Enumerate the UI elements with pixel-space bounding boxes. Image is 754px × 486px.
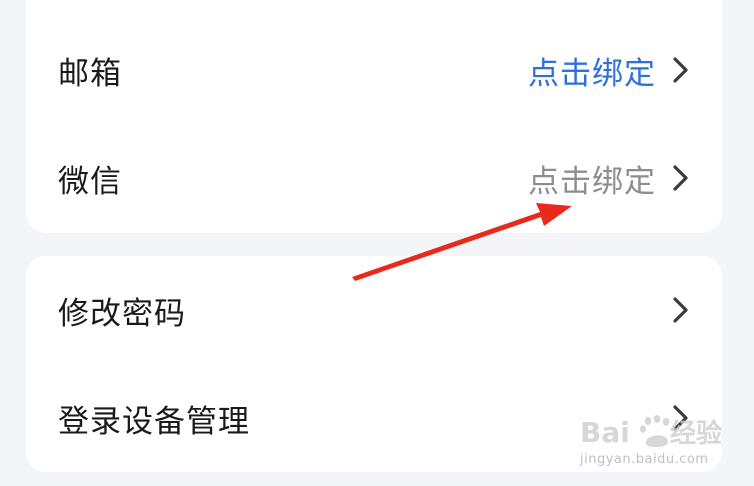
chevron-right-icon [670,55,692,85]
wechat-row[interactable]: 微信 点击绑定 [26,124,722,232]
email-bind-value[interactable]: 点击绑定 [528,48,656,93]
account-binding-card: 邮箱 点击绑定 微信 点击绑定 [26,0,722,233]
security-card: 修改密码 登录设备管理 [26,256,722,472]
wechat-label: 微信 [58,163,122,200]
login-devices-row[interactable]: 登录设备管理 [26,364,722,472]
wechat-bind-value[interactable]: 点击绑定 [528,156,656,201]
chevron-right-icon [670,403,692,433]
change-password-row[interactable]: 修改密码 [26,256,722,364]
email-row[interactable]: 邮箱 点击绑定 [26,16,722,124]
chevron-right-icon [670,295,692,325]
change-password-label: 修改密码 [58,295,186,332]
login-devices-label: 登录设备管理 [58,403,250,440]
email-label: 邮箱 [58,55,122,92]
chevron-right-icon [670,163,692,193]
